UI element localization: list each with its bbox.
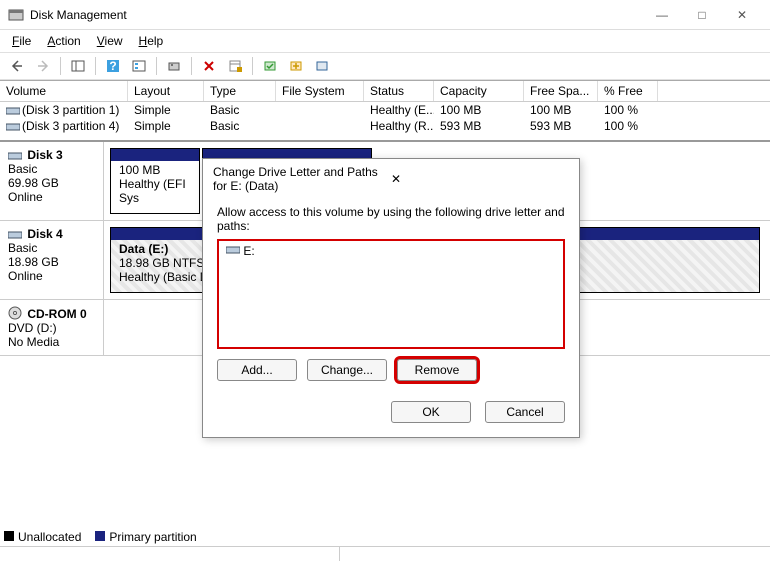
drive-icon	[8, 230, 22, 240]
menu-action[interactable]: Action	[41, 32, 86, 50]
volume-list-header: Volume Layout Type File System Status Ca…	[0, 81, 770, 102]
legend-unallocated: Unallocated	[4, 530, 81, 544]
minimize-button[interactable]: —	[642, 1, 682, 29]
remove-button[interactable]: Remove	[397, 359, 477, 381]
menu-help[interactable]: Help	[133, 32, 170, 50]
change-button[interactable]: Change...	[307, 359, 387, 381]
statusbar	[0, 546, 770, 562]
toolbar: ?	[0, 52, 770, 80]
dialog-close-button[interactable]: ✕	[387, 172, 569, 186]
dialog-title: Change Drive Letter and Paths for E: (Da…	[213, 165, 387, 193]
optical-icon	[8, 306, 22, 320]
show-hide-button[interactable]	[67, 55, 89, 77]
disk-info[interactable]: Disk 4Basic18.98 GBOnline	[0, 221, 104, 299]
col-volume[interactable]: Volume	[0, 81, 128, 101]
close-button[interactable]: ✕	[722, 1, 762, 29]
volume-list: Volume Layout Type File System Status Ca…	[0, 80, 770, 134]
col-type[interactable]: Type	[204, 81, 276, 101]
action1-button[interactable]	[259, 55, 281, 77]
col-layout[interactable]: Layout	[128, 81, 204, 101]
action2-button[interactable]	[285, 55, 307, 77]
legend-primary: Primary partition	[95, 530, 196, 544]
col-fs[interactable]: File System	[276, 81, 364, 101]
menubar: File Action View Help	[0, 30, 770, 52]
drive-icon	[8, 151, 22, 161]
volume-row[interactable]: (Disk 3 partition 4)SimpleBasicHealthy (…	[0, 118, 770, 134]
drive-icon	[6, 122, 20, 132]
disk-mgmt-icon	[8, 7, 24, 23]
drive-icon	[226, 245, 240, 255]
menu-view[interactable]: View	[91, 32, 129, 50]
legend: Unallocated Primary partition	[4, 530, 197, 544]
back-button[interactable]	[6, 55, 28, 77]
partition[interactable]: 100 MBHealthy (EFI Sys	[110, 148, 200, 214]
add-button[interactable]: Add...	[217, 359, 297, 381]
menu-file[interactable]: File	[6, 32, 37, 50]
window-title: Disk Management	[30, 8, 642, 22]
svg-text:?: ?	[109, 59, 116, 73]
forward-button[interactable]	[32, 55, 54, 77]
col-pct[interactable]: % Free	[598, 81, 658, 101]
disk-info[interactable]: Disk 3Basic69.98 GBOnline	[0, 142, 104, 220]
maximize-button[interactable]: □	[682, 1, 722, 29]
col-free[interactable]: Free Spa...	[524, 81, 598, 101]
col-capacity[interactable]: Capacity	[434, 81, 524, 101]
cancel-button[interactable]: Cancel	[485, 401, 565, 423]
refresh-button[interactable]	[163, 55, 185, 77]
ok-button[interactable]: OK	[391, 401, 471, 423]
disk-info[interactable]: CD-ROM 0DVD (D:)No Media	[0, 300, 104, 355]
dialog-prompt: Allow access to this volume by using the…	[217, 205, 565, 233]
delete-button[interactable]	[198, 55, 220, 77]
help-button[interactable]: ?	[102, 55, 124, 77]
settings-button[interactable]	[128, 55, 150, 77]
drive-paths-list[interactable]: E:	[217, 239, 565, 349]
drive-path-item[interactable]: E:	[219, 241, 563, 261]
drive-icon	[6, 106, 20, 116]
volume-row[interactable]: (Disk 3 partition 1)SimpleBasicHealthy (…	[0, 102, 770, 118]
col-status[interactable]: Status	[364, 81, 434, 101]
titlebar: Disk Management — □ ✕	[0, 0, 770, 30]
action3-button[interactable]	[311, 55, 333, 77]
change-drive-letter-dialog: Change Drive Letter and Paths for E: (Da…	[202, 158, 580, 438]
properties-button[interactable]	[224, 55, 246, 77]
